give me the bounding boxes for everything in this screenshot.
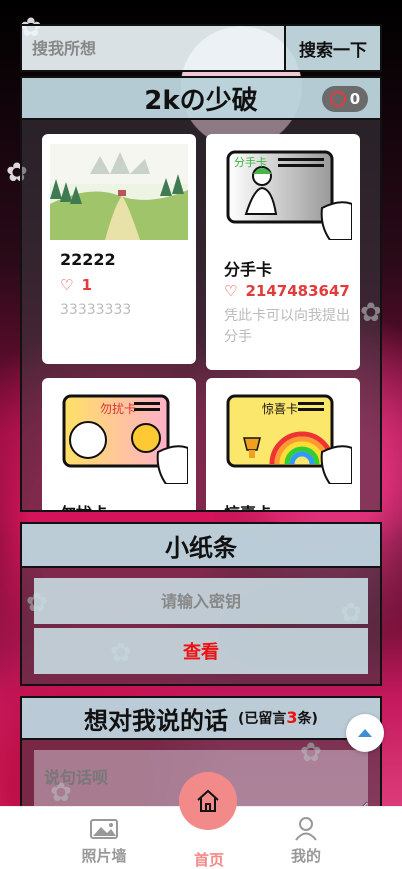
arrow-up-icon <box>358 729 372 737</box>
note-panel-header: 小纸条 <box>22 524 380 568</box>
card-item[interactable]: 分手卡 分手卡 ♡ 2147483647 凭此卡可以向我提出分手 <box>206 134 360 370</box>
card-panel-header: 2kの少破 0 <box>22 78 380 120</box>
card-count-value: 1 <box>81 276 92 294</box>
view-button[interactable]: 查看 <box>34 628 368 674</box>
circle-icon <box>329 91 346 107</box>
card-count-value: 2147483647 <box>245 282 350 300</box>
home-icon <box>197 789 219 812</box>
card-item[interactable]: 惊喜卡 惊喜卡 <box>206 378 360 510</box>
card-image: 分手卡 <box>214 144 352 240</box>
card-image: 勿扰卡 <box>50 388 188 484</box>
card-image: 惊喜卡 <box>214 388 352 484</box>
card-count-badge[interactable]: 0 <box>322 86 368 112</box>
message-count-value: 3 <box>286 708 298 727</box>
message-count-suffix: 条) <box>297 711 318 727</box>
nav-item-profile[interactable]: 我的 <box>266 815 346 866</box>
card-description: 凭此卡可以向我提出分手 <box>224 308 350 345</box>
note-panel: 小纸条 查看 <box>20 522 382 686</box>
card-image <box>50 144 188 240</box>
card-title: 惊喜卡 <box>224 500 272 510</box>
card-image-label: 惊喜卡 <box>262 402 299 416</box>
card-image-label: 勿扰卡 <box>100 402 137 416</box>
back-to-top-button[interactable] <box>346 714 384 752</box>
card-title: 勿扰卡 <box>60 500 108 510</box>
piggy-icon: ♡ <box>60 276 74 294</box>
card-title: 22222 <box>60 250 116 269</box>
user-icon <box>266 815 346 841</box>
message-count-text: (已留言3条) <box>238 708 318 728</box>
nav-item-home[interactable]: 首页 <box>169 845 249 869</box>
search-button[interactable]: 搜索一下 <box>286 26 380 70</box>
message-count-prefix: (已留言 <box>238 711 287 727</box>
message-panel-title: 想对我说的话 <box>84 706 229 735</box>
search-input[interactable] <box>22 26 286 70</box>
nav-label: 我的 <box>290 847 321 865</box>
message-panel-header: 想对我说的话 (已留言3条) <box>22 698 380 740</box>
card-title: 分手卡 <box>224 260 273 279</box>
card-panel: 2kの少破 0 22222 ♡ 1 33333333 分手卡 分手卡 ♡ 214… <box>20 76 382 512</box>
photo-icon <box>64 815 144 841</box>
password-input[interactable] <box>34 578 368 624</box>
card-image-label: 分手卡 <box>234 156 267 169</box>
nav-label: 首页 <box>193 851 224 869</box>
card-count: ♡ 1 <box>60 276 92 294</box>
card-item[interactable]: 22222 ♡ 1 33333333 <box>42 134 196 364</box>
home-button[interactable] <box>179 772 237 830</box>
note-panel-title: 小纸条 <box>165 533 237 562</box>
card-count: ♡ 2147483647 <box>224 282 350 300</box>
search-bar: 搜索一下 <box>20 24 382 72</box>
piggy-icon: ♡ <box>224 282 238 300</box>
nav-label: 照片墙 <box>81 847 127 865</box>
card-item[interactable]: 勿扰卡 勿扰卡 <box>42 378 196 510</box>
nav-item-photo-wall[interactable]: 照片墙 <box>64 815 144 866</box>
card-description: 33333333 <box>60 302 132 318</box>
card-count-value: 0 <box>349 90 361 108</box>
card-panel-title: 2kの少破 <box>144 85 258 116</box>
